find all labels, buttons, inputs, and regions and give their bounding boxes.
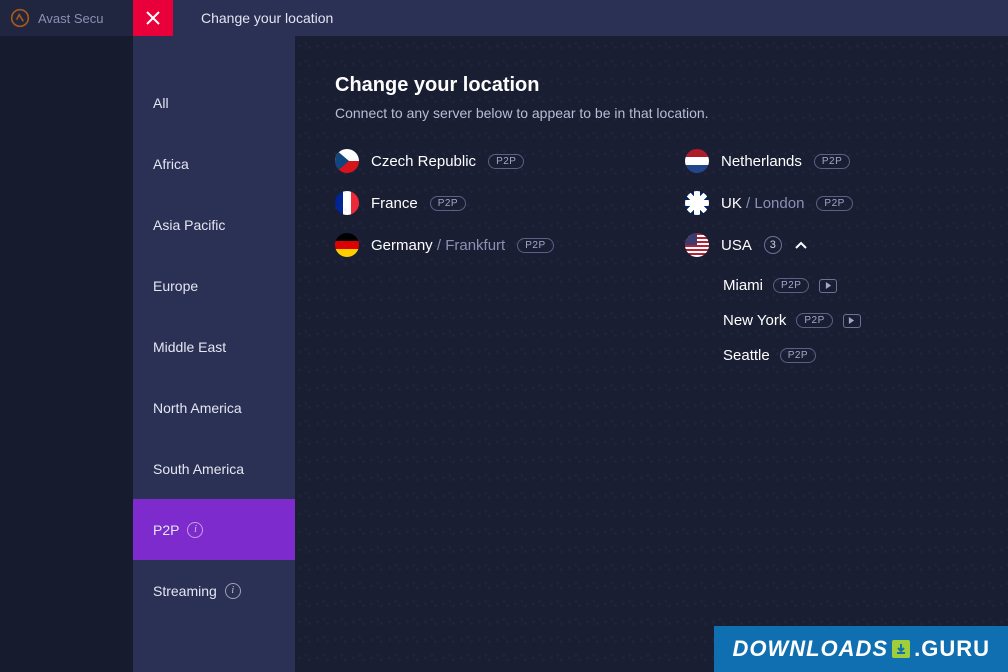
watermark-right: .GURU: [914, 636, 990, 662]
flag-usa-icon: [685, 233, 709, 257]
page-title: Change your location: [335, 74, 968, 97]
location-name: UK: [721, 195, 742, 212]
download-icon: [892, 640, 910, 658]
sidebar-item-label: Africa: [153, 156, 189, 172]
p2p-badge: P2P: [796, 313, 832, 328]
left-background-strip: [0, 36, 133, 672]
flag-france-icon: [335, 191, 359, 215]
location-name: Germany: [371, 237, 433, 254]
sidebar-item-north-america[interactable]: North America: [133, 377, 295, 438]
p2p-badge: P2P: [430, 196, 466, 211]
panel-header: Change your location: [173, 0, 1008, 36]
locations-right-column: Netherlands P2P UK / London P2P USA 3 Mi: [685, 149, 965, 364]
usa-city-list: Miami P2P New York P2P Seattle P2P: [723, 277, 965, 364]
location-uk[interactable]: UK / London P2P: [685, 191, 965, 215]
city-name: Miami: [723, 277, 763, 294]
location-usa-seattle[interactable]: Seattle P2P: [723, 347, 965, 364]
info-icon[interactable]: i: [187, 522, 203, 538]
p2p-badge: P2P: [773, 278, 809, 293]
location-czech-republic[interactable]: Czech Republic P2P: [335, 149, 615, 173]
sidebar-item-europe[interactable]: Europe: [133, 255, 295, 316]
app-title: Avast Secu: [38, 11, 104, 26]
play-icon: [848, 317, 855, 324]
sidebar-item-p2p[interactable]: P2P i: [133, 499, 295, 560]
sidebar-item-africa[interactable]: Africa: [133, 133, 295, 194]
sidebar-item-streaming[interactable]: Streaming i: [133, 560, 295, 621]
play-icon: [825, 282, 832, 289]
watermark: DOWNLOADS .GURU: [714, 626, 1008, 672]
sidebar-item-south-america[interactable]: South America: [133, 438, 295, 499]
city-name: New York: [723, 312, 786, 329]
server-count-badge: 3: [764, 236, 782, 254]
close-button[interactable]: [133, 0, 173, 36]
sidebar-item-all[interactable]: All: [133, 72, 295, 133]
page-subtitle: Connect to any server below to appear to…: [335, 105, 968, 121]
panel-header-title: Change your location: [201, 10, 333, 26]
sidebar: All Africa Asia Pacific Europe Middle Ea…: [133, 36, 295, 672]
streaming-badge: [843, 314, 861, 328]
p2p-badge: P2P: [517, 238, 553, 253]
sidebar-item-label: Streaming: [153, 583, 217, 599]
sidebar-item-label: Europe: [153, 278, 198, 294]
locations-left-column: Czech Republic P2P France P2P Germany / …: [335, 149, 615, 364]
p2p-badge: P2P: [814, 154, 850, 169]
streaming-badge: [819, 279, 837, 293]
location-name: Netherlands: [721, 153, 802, 170]
sidebar-item-label: P2P: [153, 522, 179, 538]
flag-uk-icon: [685, 191, 709, 215]
sidebar-item-label: Middle East: [153, 339, 226, 355]
location-city: / Frankfurt: [437, 237, 505, 254]
flag-czech-icon: [335, 149, 359, 173]
flag-germany-icon: [335, 233, 359, 257]
sidebar-item-label: All: [153, 95, 169, 111]
location-name: France: [371, 195, 418, 212]
location-usa-miami[interactable]: Miami P2P: [723, 277, 965, 294]
sidebar-item-label: South America: [153, 461, 244, 477]
location-netherlands[interactable]: Netherlands P2P: [685, 149, 965, 173]
sidebar-item-label: Asia Pacific: [153, 217, 225, 233]
app-logo-icon: [10, 8, 30, 28]
close-icon: [146, 11, 160, 25]
location-usa-new-york[interactable]: New York P2P: [723, 312, 965, 329]
location-germany[interactable]: Germany / Frankfurt P2P: [335, 233, 615, 257]
sidebar-item-asia-pacific[interactable]: Asia Pacific: [133, 194, 295, 255]
p2p-badge: P2P: [816, 196, 852, 211]
watermark-left: DOWNLOADS: [732, 636, 888, 662]
sidebar-item-label: North America: [153, 400, 242, 416]
location-name: USA: [721, 237, 752, 254]
flag-netherlands-icon: [685, 149, 709, 173]
location-city: / London: [746, 195, 804, 212]
location-columns: Czech Republic P2P France P2P Germany / …: [335, 149, 968, 364]
sidebar-item-middle-east[interactable]: Middle East: [133, 316, 295, 377]
chevron-up-icon: [794, 238, 808, 252]
main-content: Change your location Connect to any serv…: [295, 36, 1008, 672]
location-france[interactable]: France P2P: [335, 191, 615, 215]
location-name: Czech Republic: [371, 153, 476, 170]
p2p-badge: P2P: [488, 154, 524, 169]
p2p-badge: P2P: [780, 348, 816, 363]
info-icon[interactable]: i: [225, 583, 241, 599]
city-name: Seattle: [723, 347, 770, 364]
location-usa[interactable]: USA 3: [685, 233, 965, 257]
